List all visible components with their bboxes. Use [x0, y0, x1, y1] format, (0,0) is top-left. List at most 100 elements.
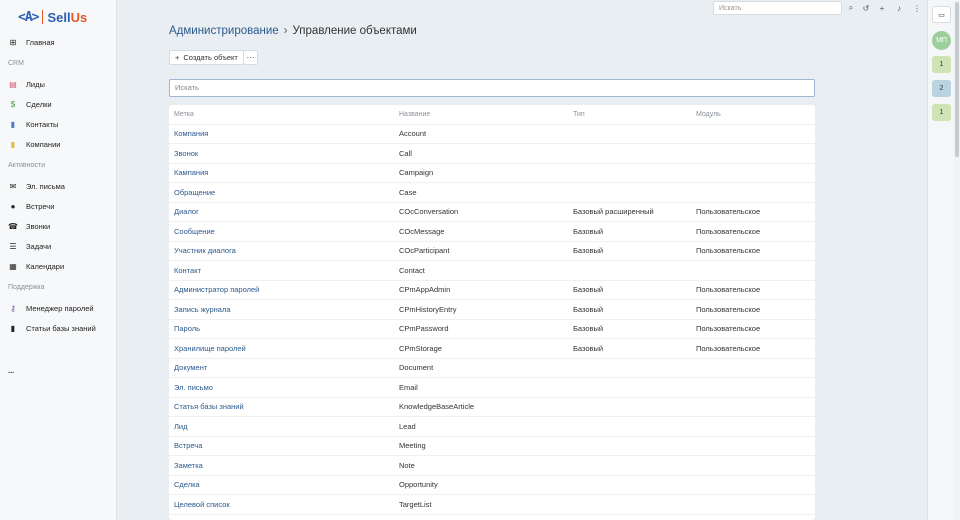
cell-label-link[interactable]: Пароль [169, 319, 394, 339]
cell-label-link[interactable]: Диалог [169, 202, 394, 222]
global-search-input[interactable]: Искать [713, 1, 842, 15]
phone-icon: ☎ [8, 221, 18, 231]
list-icon: ☰ [9, 241, 17, 251]
sidebar-item-calendar[interactable]: ▦ Календари [8, 258, 113, 274]
cell-label-link[interactable]: Статья базы знаний [169, 397, 394, 417]
breadcrumb-admin-link[interactable]: Администрирование [169, 25, 279, 37]
cell-name: Note [394, 455, 568, 476]
cell-label-link[interactable]: Кампания [169, 163, 394, 183]
table-row: Хранилище паролей CPmStorage Базовый Пользо… [169, 338, 815, 359]
cell-module [691, 494, 815, 515]
cell-label-link[interactable]: Документ [169, 358, 394, 378]
column-header-name[interactable]: Название [394, 105, 568, 125]
table-row: Целевой список TargetList [169, 494, 815, 515]
cell-module: Пользовательское [691, 280, 815, 300]
sidebar-item-meetings[interactable]: ● Встречи [8, 198, 113, 214]
table-row: Эл. письмо Email [169, 377, 815, 398]
cell-label-link[interactable]: Сообщение [169, 221, 394, 242]
search-icon[interactable]: ⌕ [845, 2, 857, 14]
plus-icon[interactable]: + [876, 2, 888, 14]
table-row: Звонок Call [169, 143, 815, 164]
table-row: Сообщение COcMessage Базовый Пользовательск… [169, 221, 815, 242]
create-object-label: Создать объект [183, 53, 238, 62]
sidebar-item-password-manager[interactable]: ⚷ Менеджер паролей [8, 300, 113, 316]
bell-icon[interactable]: ♪ [893, 2, 905, 14]
dollar-icon: $ [10, 99, 16, 109]
cell-label-link[interactable]: Контакт [169, 260, 394, 281]
cell-label-link[interactable]: Хранилище паролей [169, 338, 394, 359]
cell-module [691, 124, 815, 144]
cell-module: Пользовательское [691, 221, 815, 242]
cell-type: Базовый [568, 241, 691, 261]
sidebar-item-companies[interactable]: ▮ Компании [8, 136, 113, 152]
sidebar-item-deals[interactable]: $ Сделки [8, 96, 113, 112]
cell-label-link[interactable]: Запись журнала [169, 299, 394, 320]
cell-label-link[interactable]: Компания [169, 124, 394, 144]
page-scrollbar[interactable] [954, 0, 960, 520]
sidebar-item-label: Статьи базы знаний [26, 323, 96, 333]
sidebar-item-calls[interactable]: ☎ Звонки [8, 218, 113, 234]
right-rail: ▭ МП 1 2 1 [927, 0, 954, 520]
avatar[interactable]: МП [932, 31, 951, 50]
sidebar-item-label: Календари [26, 261, 65, 271]
cell-label-link[interactable]: Целевой список [169, 494, 394, 515]
cell-type: Базовый [568, 280, 691, 300]
create-object-button[interactable]: + Создать объект [169, 50, 244, 65]
cell-label-link[interactable]: Администратор паролей [169, 280, 394, 300]
sidebar-item-knowledge-base[interactable]: ▮ Статьи базы знаний [8, 320, 113, 336]
cell-label-link[interactable]: Участник диалога [169, 241, 394, 261]
cell-module: Пользовательское [691, 241, 815, 261]
sidebar-item-label: Контакты [26, 119, 59, 129]
section-title-crm: CRM [8, 60, 24, 67]
cell-module [691, 397, 815, 417]
cell-label-link[interactable]: Эл. письмо [169, 377, 394, 398]
rail-badge-1[interactable]: 1 [932, 56, 951, 73]
logo-mark: <A> [18, 9, 40, 25]
cell-name: Account [394, 124, 568, 144]
table-row: Обращение Case [169, 182, 815, 203]
cell-label-link[interactable]: Заметка [169, 455, 394, 476]
table-row: Администратор паролей CPmAppAdmin Базовый П… [169, 280, 815, 300]
cell-module [691, 143, 815, 164]
cell-name: COcParticipant [394, 241, 568, 261]
cell-label-link[interactable]: Звонок [169, 143, 394, 164]
sidebar-item-emails[interactable]: ✉ Эл. письма [8, 178, 113, 194]
cell-type [568, 494, 691, 515]
more-actions-button[interactable]: ··· [243, 50, 258, 65]
sidebar-item-label: Встречи [26, 201, 55, 211]
column-header-label[interactable]: Метка [169, 105, 394, 125]
logo[interactable]: <A> SellUs [18, 8, 87, 26]
cell-label-link[interactable]: Обращение [169, 182, 394, 203]
cell-name: COcMessage [394, 221, 568, 242]
cell-type [568, 436, 691, 456]
cell-label-link[interactable]: Сделка [169, 475, 394, 495]
cell-name: Opportunity [394, 475, 568, 495]
cell-type [568, 124, 691, 144]
cell-type [568, 143, 691, 164]
id-card-icon: ▤ [9, 79, 17, 89]
sidebar-item-tasks[interactable]: ☰ Задачи [8, 238, 113, 254]
table-row: Заметка Note [169, 455, 815, 476]
cell-module [691, 358, 815, 378]
sidebar-item-contacts[interactable]: ▮ Контакты [8, 116, 113, 132]
cell-label-link[interactable]: Лид [169, 416, 394, 437]
table-row: Участник диалога COcParticipant Базовый Пол… [169, 241, 815, 261]
column-header-type[interactable]: Тип [568, 105, 691, 125]
cell-type [568, 377, 691, 398]
scroll-thumb[interactable] [955, 2, 959, 157]
sidebar-item-leads[interactable]: ▤ Лиды [8, 76, 113, 92]
filter-search-input[interactable]: Искать [169, 79, 815, 97]
history-icon[interactable]: ↺ [860, 2, 872, 14]
table-row: Встреча Meeting [169, 436, 815, 456]
envelope-icon: ✉ [9, 181, 17, 191]
rail-badge-3[interactable]: 1 [932, 104, 951, 121]
objects-table: Метка Название Тип Модуль Компания Accoun… [169, 105, 815, 520]
sidebar-item-home[interactable]: ⊞ Главная [8, 34, 113, 50]
chat-icon[interactable]: ▭ [932, 6, 951, 23]
sidebar-more-button[interactable]: ... [8, 362, 113, 378]
table-header-row: Метка Название Тип Модуль [169, 105, 815, 125]
column-header-module[interactable]: Модуль [691, 105, 815, 125]
cell-label-link[interactable]: Встреча [169, 436, 394, 456]
kebab-menu-icon[interactable]: ⋮ [911, 2, 923, 14]
rail-badge-2[interactable]: 2 [932, 80, 951, 97]
